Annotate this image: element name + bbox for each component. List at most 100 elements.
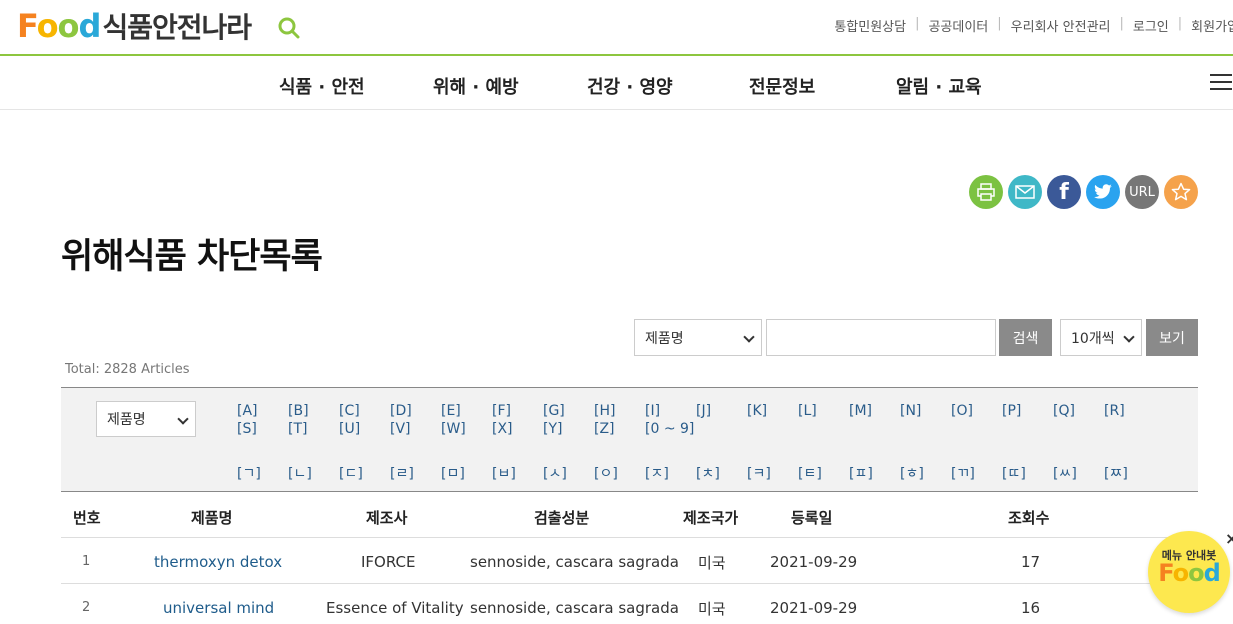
index-hangul[interactable]: [ㅊ]	[696, 463, 720, 483]
page-size-select[interactable]: 10개씩	[1060, 319, 1142, 356]
cell-country: 미국	[698, 600, 726, 618]
star-icon	[1171, 182, 1191, 201]
index-hangul[interactable]: [ㅆ]	[1053, 463, 1077, 483]
col-header-date: 등록일	[791, 509, 833, 527]
index-letter[interactable]: [N]	[900, 403, 921, 419]
index-letter[interactable]: [W]	[441, 421, 466, 437]
twitter-share-button[interactable]	[1086, 175, 1120, 209]
index-hangul[interactable]: [ㄹ]	[390, 463, 414, 483]
email-share-button[interactable]	[1008, 175, 1042, 209]
index-letter[interactable]: [B]	[288, 403, 309, 419]
index-letter[interactable]: [P]	[1002, 403, 1021, 419]
col-header-number: 번호	[73, 509, 101, 527]
index-field-select-value: 제품명	[107, 412, 146, 428]
total-count: Total: 2828 Articles	[65, 362, 190, 377]
index-letter[interactable]: [E]	[441, 403, 461, 419]
mail-icon	[1015, 185, 1035, 199]
col-header-country: 제조국가	[683, 509, 739, 527]
index-letter[interactable]: [H]	[594, 403, 615, 419]
index-letter[interactable]: [T]	[288, 421, 307, 437]
index-field-select[interactable]: 제품명	[96, 401, 196, 437]
util-link-public-data[interactable]: 공공데이터	[928, 16, 988, 35]
nav-notice-education[interactable]: 알림 · 교육	[896, 73, 982, 99]
index-hangul[interactable]: [ㅈ]	[645, 463, 669, 483]
index-hangul[interactable]: [ㅌ]	[798, 463, 822, 483]
nav-hazard-prevention[interactable]: 위해 · 예방	[433, 73, 519, 99]
index-hangul[interactable]: [ㄲ]	[951, 463, 975, 483]
index-letter[interactable]: [S]	[237, 421, 257, 437]
row-divider	[61, 537, 1198, 538]
menu-guide-bot[interactable]: 메뉴 안내봇 Food	[1148, 531, 1230, 613]
utility-links: 통합민원상담 | 공공데이터 | 우리회사 안전관리 | 로그인 | 회원가입	[834, 16, 1233, 35]
index-letter[interactable]: [J]	[696, 403, 711, 419]
index-letter[interactable]: [Q]	[1053, 403, 1075, 419]
nav-health-nutrition[interactable]: 건강 · 영양	[587, 73, 673, 99]
index-hangul[interactable]: [ㄱ]	[237, 463, 261, 483]
util-link-login[interactable]: 로그인	[1133, 16, 1169, 35]
util-link-complaint[interactable]: 통합민원상담	[834, 16, 906, 35]
index-letter[interactable]: [V]	[390, 421, 411, 437]
twitter-icon	[1094, 184, 1112, 199]
bot-food-logo: Food	[1158, 559, 1221, 587]
logo-site-name: 식품안전나라	[102, 11, 252, 44]
view-button[interactable]: 보기	[1146, 319, 1198, 356]
search-icon[interactable]	[278, 17, 300, 39]
index-letter[interactable]: [F]	[492, 403, 511, 419]
index-letter[interactable]: [C]	[339, 403, 360, 419]
index-letter[interactable]: [R]	[1104, 403, 1125, 419]
cell-product-link[interactable]: thermoxyn detox	[154, 553, 282, 571]
search-field-select-value: 제품명	[645, 330, 684, 347]
index-letter[interactable]: [U]	[339, 421, 360, 437]
search-input[interactable]	[766, 319, 996, 356]
index-letter[interactable]: [G]	[543, 403, 565, 419]
print-button[interactable]	[969, 175, 1003, 209]
index-letter[interactable]: [D]	[390, 403, 412, 419]
index-hangul[interactable]: [ㅂ]	[492, 463, 516, 483]
nav-food-safety[interactable]: 식품 · 안전	[279, 73, 365, 99]
close-icon[interactable]: ×	[1225, 529, 1233, 548]
cell-ingredient: sennoside, cascara sagrada	[470, 599, 679, 617]
index-letter[interactable]: [I]	[645, 403, 660, 419]
chevron-down-icon	[1123, 331, 1135, 343]
chevron-down-icon	[743, 331, 755, 343]
search-button[interactable]: 검색	[999, 319, 1052, 356]
site-logo[interactable]: Food 식품안전나라	[17, 6, 252, 46]
separator: |	[1119, 16, 1124, 31]
index-hangul[interactable]: [ㅍ]	[849, 463, 873, 483]
cell-date: 2021-09-29	[770, 553, 858, 571]
index-letter[interactable]: [Y]	[543, 421, 562, 437]
util-link-company-safety[interactable]: 우리회사 안전관리	[1011, 16, 1111, 35]
index-letter[interactable]: [K]	[747, 403, 767, 419]
index-letter[interactable]: [O]	[951, 403, 973, 419]
favorite-button[interactable]	[1164, 175, 1198, 209]
nav-expert-info[interactable]: 전문정보	[749, 73, 815, 99]
index-hangul[interactable]: [ㅉ]	[1104, 463, 1128, 483]
index-hangul[interactable]: [ㄷ]	[339, 463, 363, 483]
index-letter-digits[interactable]: [0 ~ 9]	[645, 421, 694, 437]
index-hangul[interactable]: [ㅅ]	[543, 463, 567, 483]
cell-product-link[interactable]: universal mind	[163, 599, 274, 617]
page-size-select-value: 10개씩	[1071, 330, 1115, 347]
cell-number: 1	[82, 554, 91, 569]
cell-ingredient: sennoside, cascara sagrada	[470, 553, 679, 571]
col-header-product: 제품명	[191, 509, 233, 527]
url-copy-button[interactable]: URL	[1125, 175, 1159, 209]
index-letter[interactable]: [Z]	[594, 421, 615, 437]
index-hangul[interactable]: [ㅋ]	[747, 463, 771, 483]
facebook-share-button[interactable]: f	[1047, 175, 1081, 209]
index-letter[interactable]: [L]	[798, 403, 817, 419]
page-title: 위해식품 차단목록	[61, 237, 323, 277]
index-hangul[interactable]: [ㄴ]	[288, 463, 312, 483]
hamburger-menu-icon[interactable]	[1210, 74, 1232, 92]
index-letter[interactable]: [A]	[237, 403, 258, 419]
index-hangul[interactable]: [ㅁ]	[441, 463, 465, 483]
index-hangul[interactable]: [ㅇ]	[594, 463, 618, 483]
index-letter[interactable]: [M]	[849, 403, 872, 419]
cell-views: 17	[1021, 553, 1041, 571]
util-link-signup[interactable]: 회원가입	[1191, 16, 1233, 35]
index-letter[interactable]: [X]	[492, 421, 513, 437]
row-divider	[61, 583, 1198, 584]
index-hangul[interactable]: [ㄸ]	[1002, 463, 1026, 483]
index-hangul[interactable]: [ㅎ]	[900, 463, 924, 483]
search-field-select[interactable]: 제품명	[634, 319, 762, 356]
